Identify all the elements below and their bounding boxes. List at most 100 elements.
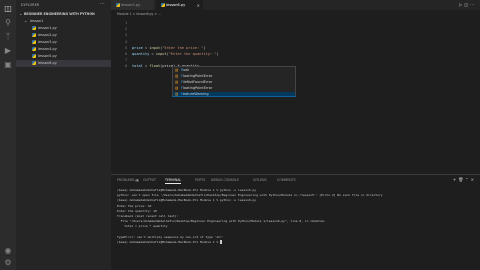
terminal-cursor: [219, 240, 222, 244]
problems-badge: 1: [135, 179, 140, 182]
file-item[interactable]: lesson2.py: [16, 32, 111, 39]
match-highlight: F: [181, 80, 183, 85]
suggestion-item[interactable]: ▧ FileNotFoundError: [173, 80, 295, 86]
python-file-icon: [116, 3, 120, 7]
terminal-line: TypeError: can't multiply sequence by no…: [117, 234, 224, 239]
bottom-panel: PROBLEMS 1 OUTPUT TERMINAL PORTS DEBUG CONSOL…: [111, 174, 480, 270]
terminal-line: Enter the quantity: 10: [117, 208, 157, 213]
editor-tab-bar: lesson5.py lesson6.py × ▷◫⋯: [111, 0, 480, 10]
file-item[interactable]: lesson5.py: [16, 53, 111, 60]
explorer-header: EXPLORER: [21, 3, 40, 7]
python-file-icon: [161, 3, 165, 7]
editor-actions: ▷◫⋯: [459, 2, 476, 7]
line-number: 3: [125, 33, 127, 38]
more-actions-icon[interactable]: ⋯: [100, 1, 105, 7]
autocomplete-widget[interactable]: ▧ float ▧ FloatingPointError ▧ FileNotFoundEr…: [172, 66, 296, 98]
match-highlight: F: [181, 86, 184, 91]
file-item[interactable]: lesson4.py: [16, 46, 111, 53]
line-number: 4: [125, 39, 127, 44]
panel-tab-debug-console[interactable]: DEBUG CONSOLE: [211, 178, 239, 182]
python-file-icon: [32, 54, 36, 59]
class-icon: ▧: [175, 80, 179, 84]
python-file-icon: [32, 61, 36, 66]
code-line[interactable]: quantity = input("Enter the quantity: "): [132, 52, 219, 56]
suggestion-item[interactable]: ▧ FloatingPointError: [173, 74, 295, 80]
project-label: BEGINNER ENGINEERING WITH PYTHON: [24, 12, 95, 16]
terminal-line: total = price * quantity: [117, 224, 168, 229]
more-icon[interactable]: ⋯: [470, 2, 476, 7]
explorer-sidebar: EXPLORER ⋯ ⌄ BEGINNER ENGINEERING WITH P…: [16, 0, 111, 270]
file-item[interactable]: lesson3.py: [16, 39, 111, 46]
line-number: 5: [125, 45, 127, 50]
code-token: ): [203, 45, 206, 50]
breadcrumb[interactable]: Module 1 > lesson6.py > ...: [117, 12, 161, 16]
code-token: input: [149, 45, 161, 50]
terminal-line: (base) mohamedabdelhafiz@Mohameds-MacBoo…: [117, 188, 257, 192]
line-number: 7: [125, 58, 127, 63]
activity-bar: ◫ ⚲ ᛉ ▶ ▣ ◉ ⚙: [0, 0, 16, 270]
line-number: 8: [125, 64, 127, 69]
folder-label: lesson1: [30, 19, 44, 23]
class-icon: ▧: [175, 74, 179, 78]
suggestion-item[interactable]: ▧ FloatingPointError: [173, 86, 295, 92]
terminal-line: Enter the price: 10: [117, 203, 152, 208]
tab-lesson6[interactable]: lesson6.py ×: [156, 0, 204, 10]
class-icon: ▧: [175, 86, 179, 90]
project-root[interactable]: ⌄ BEGINNER ENGINEERING WITH PYTHON: [18, 11, 111, 17]
settings-icon[interactable]: ⚙: [3, 258, 13, 268]
close-panel-icon[interactable]: ×: [471, 177, 476, 182]
search-icon[interactable]: ⚲: [3, 18, 13, 28]
file-label: lesson2.py: [38, 33, 57, 37]
suggestion-label: float: [181, 68, 189, 73]
close-icon[interactable]: ×: [197, 3, 200, 8]
file-label: lesson5.py: [38, 54, 57, 58]
line-number: 6: [125, 52, 127, 56]
terminal-line: (base) mohamedabdelhafiz@Mohameds-MacBoo…: [117, 240, 222, 244]
tab-lesson5[interactable]: lesson5.py: [111, 0, 155, 10]
suggestion-label: FileNotFoundError: [181, 80, 213, 85]
source-control-icon[interactable]: ᛉ: [3, 32, 13, 42]
python-file-icon: [32, 26, 36, 31]
file-label: lesson1.py: [38, 26, 57, 30]
code-token: float: [149, 64, 161, 69]
code-line[interactable]: price = input("Enter the price: "): [132, 46, 206, 50]
chevron-down-icon: ⌄: [24, 18, 28, 23]
code-token: "Enter the quantity: ": [168, 51, 217, 56]
run-debug-icon[interactable]: ▶: [3, 46, 13, 56]
match-highlight: F: [181, 74, 184, 79]
terminal-line: File "/Users/mohamedabdelhafiz/Desktop/B…: [117, 219, 325, 224]
account-icon[interactable]: ◉: [3, 246, 13, 256]
file-label: lesson4.py: [38, 47, 57, 51]
suggestion-label: FloatingPointError: [181, 86, 213, 91]
python-file-icon: [32, 40, 36, 45]
code-token: total: [132, 64, 143, 69]
code-token: "Enter the price: ": [162, 45, 204, 50]
suggestion-item[interactable]: ▧ float: [173, 68, 295, 74]
panel-tab-terminal[interactable]: TERMINAL: [165, 178, 182, 184]
python-file-icon: [32, 47, 36, 52]
python-file-icon: [32, 33, 36, 38]
panel-tab-output[interactable]: OUTPUT: [143, 178, 156, 182]
file-item[interactable]: lesson6.py: [16, 60, 111, 67]
suggest-underline: [172, 96, 296, 97]
panel-tab-gitlens[interactable]: GITLENS: [253, 178, 267, 182]
match-highlight: f: [181, 68, 184, 73]
line-number: 2: [125, 27, 127, 32]
code-token: ): [216, 51, 219, 56]
code-token: input: [155, 51, 167, 56]
code-token: price: [132, 45, 143, 50]
folder-lesson1[interactable]: ⌄ lesson1: [18, 18, 111, 24]
panel-tab-ports[interactable]: PORTS: [195, 178, 205, 182]
panel-tab-problems[interactable]: PROBLEMS 1: [117, 178, 140, 182]
file-item[interactable]: lesson1.py: [16, 25, 111, 32]
file-label: lesson3.py: [38, 40, 57, 44]
line-number: 1: [125, 21, 127, 25]
terminal-line: Traceback (most recent call last):: [117, 214, 179, 218]
panel-actions: +🗑⌃×: [453, 177, 476, 182]
file-label: lesson6.py: [38, 61, 57, 65]
panel-tab-comments[interactable]: COMMENTS: [277, 178, 296, 182]
terminal-line: (base) mohamedabdelhafiz@Mohameds-MacBoo…: [117, 198, 257, 203]
extensions-icon[interactable]: ▣: [3, 60, 13, 70]
files-icon[interactable]: ◫: [3, 4, 13, 14]
tab-label: lesson5.py: [121, 2, 141, 7]
